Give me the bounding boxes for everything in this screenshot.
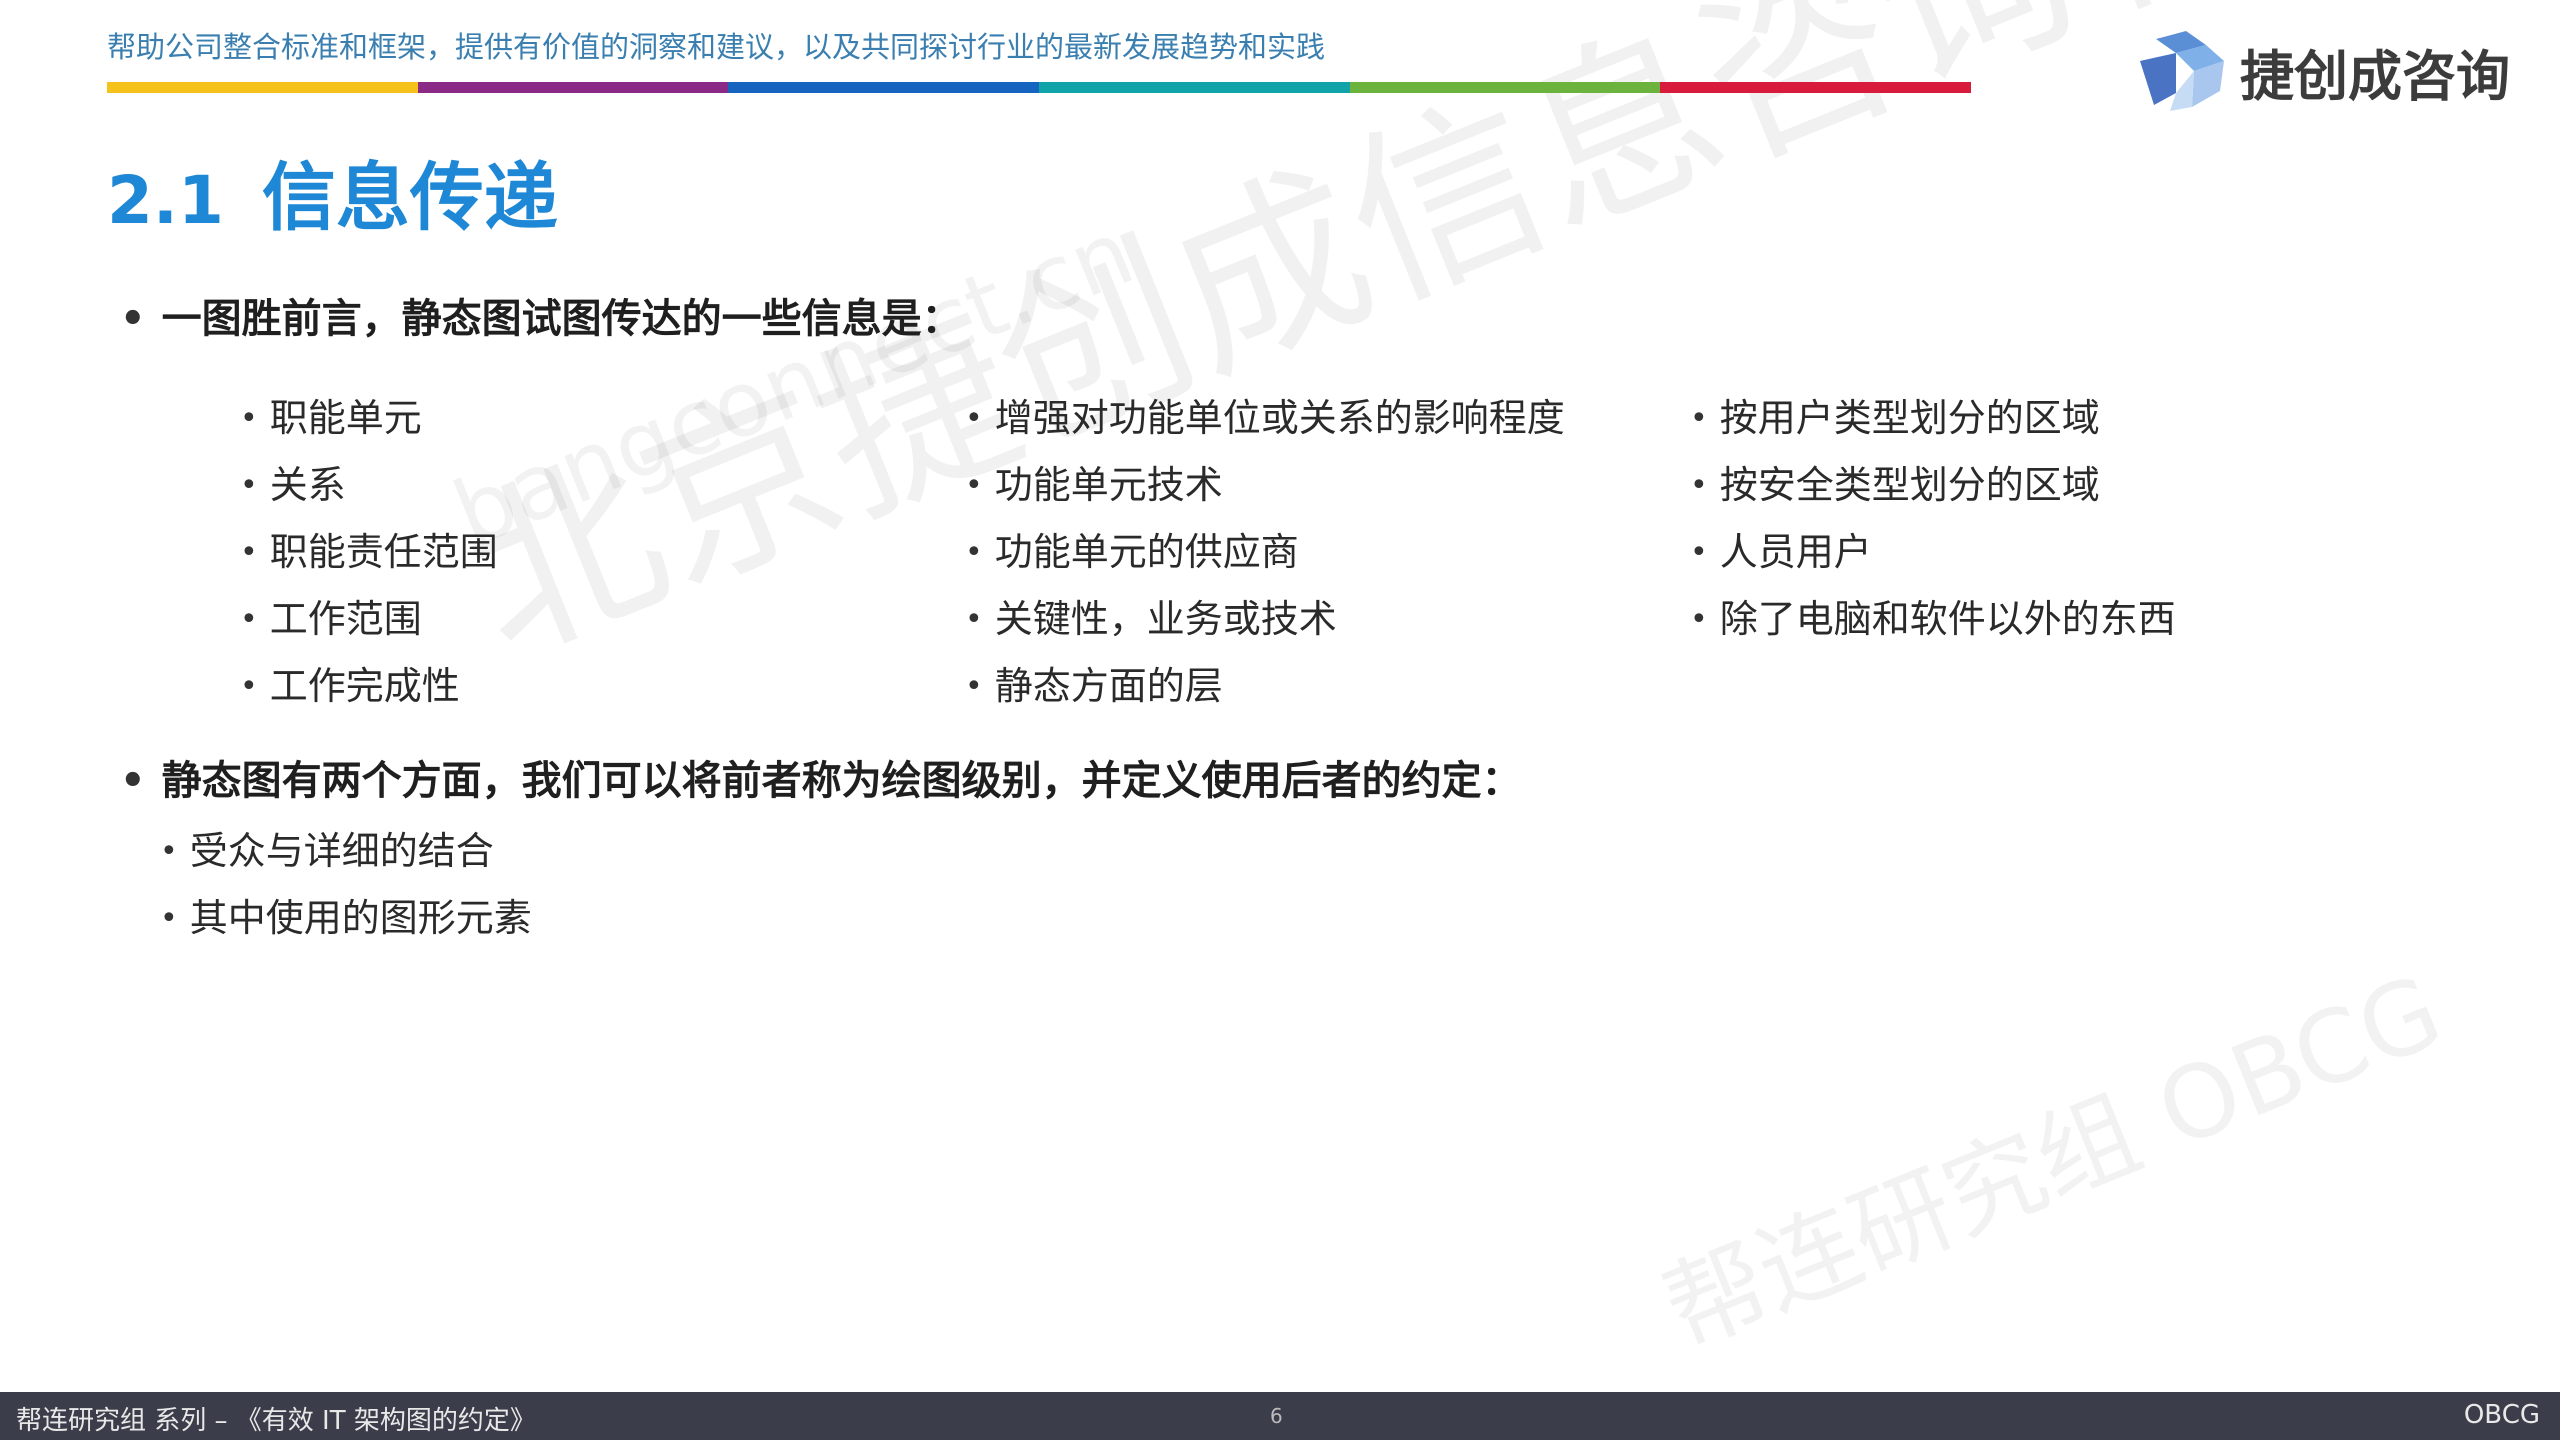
bullet-dot-icon: • [1690, 535, 1708, 570]
list-item: • 关系 [240, 460, 498, 527]
color-bar-segment [107, 82, 418, 93]
bullet-dot-icon: • [1690, 468, 1708, 503]
bullet-first-text: 一图胜前言，静态图试图传达的一些信息是： [161, 296, 962, 342]
bullet-dot-icon: • [240, 669, 258, 704]
footer-series: 帮连研究组 系列 – 《有效 IT 架构图的约定》 [16, 1406, 536, 1436]
watermark-group: 帮连研究组 OBCG [1648, 952, 2458, 1370]
bullet-dot-icon: • [965, 535, 983, 570]
list-column-3: • 按用户类型划分的区域 • 按安全类型划分的区域 • 人员用户 • 除了电脑和软件以外… [1690, 393, 2176, 661]
list-item: • 职能责任范围 [240, 527, 498, 594]
bullet-dot-icon: • [160, 834, 178, 869]
list-item: • 静态方面的层 [965, 661, 1565, 728]
bullet-dot-icon: • [1690, 602, 1708, 637]
list-item: • 其中使用的图形元素 [160, 896, 532, 940]
list-column-2: • 增强对功能单位或关系的影响程度 • 功能单元技术 • 功能单元的供应商 • 关键性，… [965, 393, 1565, 728]
list-item: • 受众与详细的结合 [160, 829, 494, 873]
bullet-dot-icon: • [240, 535, 258, 570]
bullet-dot-icon: • [240, 401, 258, 436]
footer: 帮连研究组 系列 – 《有效 IT 架构图的约定》 6 OBCG [0, 1392, 2560, 1440]
list-column-1: • 职能单元 • 关系 • 职能责任范围 • 工作范围 • 工作完成性 [240, 393, 498, 728]
bullet-dot-icon: • [240, 602, 258, 637]
logo-text: 捷创成咨询 [2240, 44, 2510, 108]
list-item: • 工作范围 [240, 594, 498, 661]
footer-brand: OBCG [2463, 1400, 2540, 1430]
section-title: 信息传递 [261, 155, 558, 241]
bullet-second-text: 静态图有两个方面，我们可以将前者称为绘图级别，并定义使用后者的约定： [161, 758, 1522, 804]
bullet-first: • 一图胜前言，静态图试图传达的一些信息是： [120, 286, 962, 344]
list-item: • 按安全类型划分的区域 [1690, 460, 2176, 527]
company-logo: 捷创成咨询 [2136, 28, 2510, 114]
list-item: • 职能单元 [240, 393, 498, 460]
bullet-second: • 静态图有两个方面，我们可以将前者称为绘图级别，并定义使用后者的约定： [120, 748, 1522, 806]
list-item: • 关键性，业务或技术 [965, 594, 1565, 661]
list-item: • 按用户类型划分的区域 [1690, 393, 2176, 460]
color-bar-segment [1660, 82, 1972, 93]
list-item: • 除了电脑和软件以外的东西 [1690, 594, 2176, 661]
page-number: 6 [1270, 1404, 1283, 1428]
list-item: • 增强对功能单位或关系的影响程度 [965, 393, 1565, 460]
bullet-dot-icon: • [965, 468, 983, 503]
bullet-dot-icon: • [1690, 401, 1708, 436]
bullet-dot-icon: • [120, 758, 146, 804]
bullet-dot-icon: • [965, 669, 983, 704]
color-bar-segment [728, 82, 1040, 93]
list-item: • 功能单元的供应商 [965, 527, 1565, 594]
bullet-dot-icon: • [160, 901, 178, 936]
list-item: • 人员用户 [1690, 527, 2176, 594]
header-color-bar [107, 82, 1972, 93]
color-bar-segment [417, 82, 729, 93]
list-item: • 工作完成性 [240, 661, 498, 728]
page-title: 2.1 信息传递 [107, 138, 558, 245]
color-bar-segment [1349, 82, 1661, 93]
bullet-dot-icon: • [965, 602, 983, 637]
color-bar-segment [1039, 82, 1350, 93]
slide: 北京捷创成信息咨询有限公司 bangconnect.cn 帮连研究组 OBCG … [0, 0, 2560, 1440]
bullet-dot-icon: • [965, 401, 983, 436]
section-number: 2.1 [107, 162, 224, 239]
cube-logo-icon [2140, 31, 2224, 111]
bullet-dot-icon: • [120, 296, 146, 342]
list-item: • 功能单元技术 [965, 460, 1565, 527]
bullet-dot-icon: • [240, 468, 258, 503]
header-tagline: 帮助公司整合标准和框架，提供有价值的洞察和建议，以及共同探讨行业的最新发展趋势和… [107, 30, 1326, 64]
